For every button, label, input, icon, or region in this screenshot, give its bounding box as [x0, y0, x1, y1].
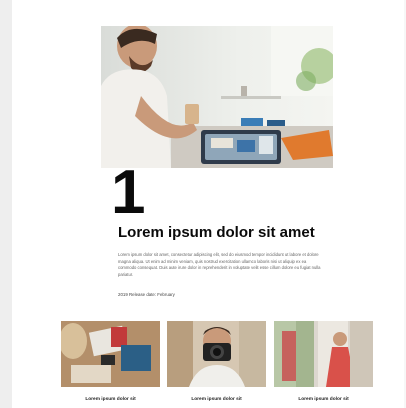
left-page-edge: [0, 0, 12, 408]
release-date: 2019 Release date: February: [118, 292, 175, 297]
related-thumbnail-3[interactable]: [274, 321, 373, 387]
feature-title: Lorem ipsum dolor sit amet: [118, 224, 315, 241]
hero-image[interactable]: [101, 26, 333, 168]
related-caption-2[interactable]: Lorem ipsum dolor sit: [167, 397, 266, 402]
related-thumbnail-1[interactable]: [61, 321, 160, 387]
related-caption-1[interactable]: Lorem ipsum dolor sit: [61, 397, 160, 402]
feature-number: 1: [111, 158, 146, 227]
related-caption-3[interactable]: Lorem ipsum dolor sit: [274, 397, 373, 402]
related-thumbnail-2[interactable]: [167, 321, 266, 387]
feature-body-text: Lorem ipsum dolor sit amet, consectetur …: [118, 252, 321, 277]
